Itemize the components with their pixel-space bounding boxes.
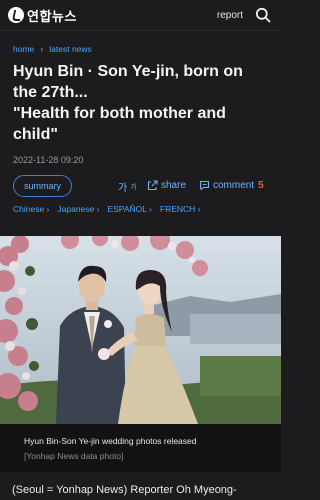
comment-label: comment [213, 180, 255, 191]
headline-line: "Health for both mother and [13, 105, 226, 122]
share-label: share [161, 180, 187, 191]
headline-line: child" [13, 126, 58, 143]
yonhap-logo-icon [8, 7, 24, 23]
font-size-label: 가 [118, 183, 128, 194]
caption-credit: [Yonhap News data photo] [24, 451, 124, 461]
comment-count: 5 [258, 180, 264, 191]
article-photo [0, 236, 281, 424]
wedding-photo-image [0, 236, 281, 424]
article-headline: Hyun Bin · Son Ye-jin, born on the 27th.… [13, 61, 271, 145]
comment-icon [199, 180, 210, 191]
breadcrumb: home › latest news [13, 44, 92, 54]
report-link[interactable]: report [217, 10, 243, 21]
logo-text: 연합뉴스 [27, 9, 77, 25]
top-bar: 연합뉴스 report [0, 0, 281, 30]
share-button[interactable]: share [147, 180, 186, 191]
font-size-small-glyph: 가 [130, 183, 137, 191]
chevron-right-icon: › [40, 44, 44, 54]
share-icon [147, 180, 158, 191]
article-actions: summary 가가 share comment 5 [13, 175, 271, 197]
yonhap-logo[interactable]: 연합뉴스 [8, 6, 77, 25]
headline-line: the 27th... [13, 84, 88, 101]
caption-text: Hyun Bin-Son Ye-jin wedding photos relea… [24, 436, 197, 446]
language-spanish[interactable]: ESPAÑOL [107, 204, 151, 214]
language-links: Chinese Japanese ESPAÑOL FRENCH [13, 204, 201, 214]
article-body-first-line: (Seoul = Yonhap News) Reporter Oh Myeong… [12, 484, 237, 496]
language-japanese[interactable]: Japanese [57, 204, 99, 214]
headline-line: Hyun Bin · Son Ye-jin, born on [13, 63, 243, 80]
search-icon[interactable] [255, 7, 271, 23]
summary-button[interactable]: summary [13, 175, 73, 197]
language-chinese[interactable]: Chinese [13, 204, 49, 214]
breadcrumb-latest-news[interactable]: latest news [49, 44, 92, 54]
font-size-button[interactable]: 가가 [118, 179, 137, 194]
breadcrumb-home[interactable]: home [13, 44, 34, 54]
article-datetime: 2022-11-28 09:20 [13, 155, 84, 165]
photo-caption: Hyun Bin-Son Ye-jin wedding photos relea… [0, 424, 281, 472]
header-divider [0, 30, 281, 31]
language-french[interactable]: FRENCH [160, 204, 201, 214]
comment-button[interactable]: comment 5 [199, 180, 264, 191]
